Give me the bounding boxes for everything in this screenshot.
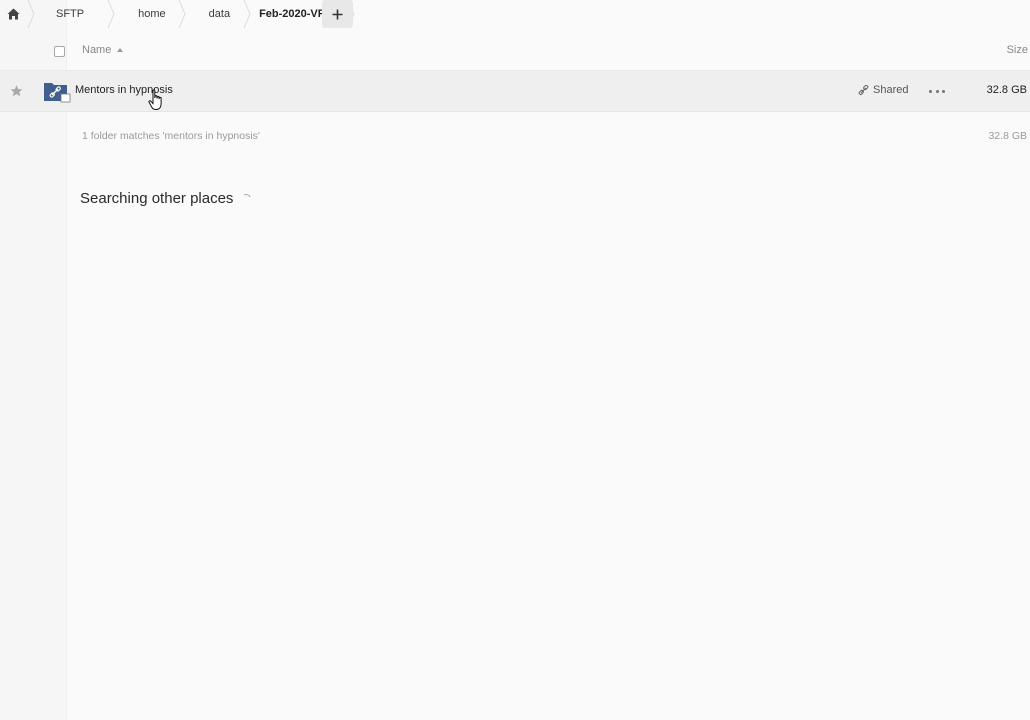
chevron-separator-icon: [177, 0, 187, 28]
chevron-separator-icon: [26, 0, 36, 28]
shared-folder-icon: [44, 83, 71, 103]
search-other-places: Searching other places: [80, 190, 253, 207]
breadcrumb-item-data[interactable]: data: [209, 0, 230, 28]
plus-icon: [332, 9, 343, 19]
hand-cursor-icon: [148, 89, 162, 110]
breadcrumb-item-home[interactable]: home: [138, 0, 166, 28]
home-icon[interactable]: [0, 0, 26, 28]
shared-button[interactable]: Shared: [858, 84, 908, 96]
star-icon[interactable]: [10, 85, 23, 97]
column-header-name[interactable]: Name: [82, 44, 124, 56]
search-other-places-label: Searching other places: [80, 190, 234, 207]
loading-spinner-icon: [240, 192, 253, 205]
chevron-separator-icon: [242, 0, 252, 28]
breadcrumb-item-sftp[interactable]: SFTP: [56, 0, 84, 28]
link-icon: [858, 84, 869, 95]
column-name-label: Name: [82, 44, 112, 56]
new-button[interactable]: [322, 0, 353, 28]
more-icon[interactable]: [929, 83, 945, 99]
column-header-size[interactable]: Size: [1007, 44, 1028, 56]
select-all-checkbox[interactable]: [54, 46, 65, 57]
search-summary: 1 folder matches 'mentors in hypnosis': [82, 130, 260, 142]
sort-ascending-icon: [117, 48, 124, 52]
search-summary-size: 32.8 GB: [988, 130, 1027, 142]
shared-label: Shared: [873, 84, 909, 96]
file-size: 32.8 GB: [986, 84, 1027, 96]
file-list-header: Name Size: [0, 36, 1030, 71]
chevron-separator-icon: [106, 0, 116, 28]
breadcrumb: SFTP home data Feb-2020-VPS: [0, 0, 356, 28]
